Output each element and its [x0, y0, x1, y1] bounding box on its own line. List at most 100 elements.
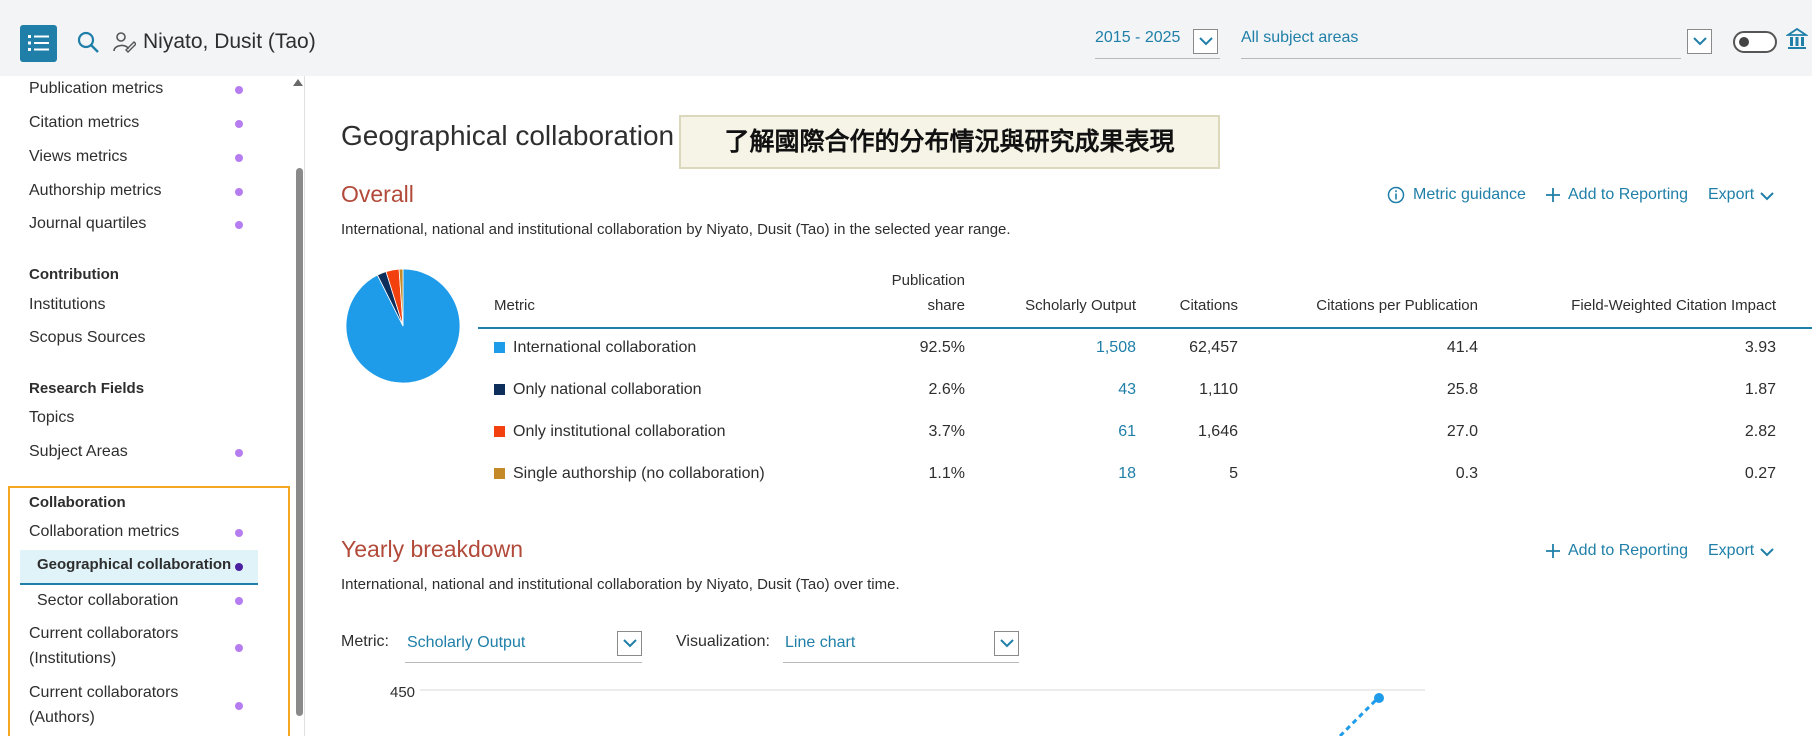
metric-label: Metric: — [341, 633, 389, 650]
institution-icon[interactable] — [1786, 27, 1808, 51]
metric-select-underline — [405, 662, 642, 663]
add-to-reporting-button[interactable]: Add to Reporting — [1568, 186, 1688, 204]
table-cell-share: 2.6% — [928, 381, 965, 398]
toggle-knob — [1739, 37, 1749, 47]
status-dot — [235, 188, 243, 196]
sidebar-item-citation-metrics[interactable]: Citation metrics — [29, 114, 139, 132]
table-cell-share: 1.1% — [928, 465, 965, 482]
top-bar: Niyato, Dusit (Tao) 2015 - 2025 All subj… — [0, 0, 1812, 76]
chart-data-point — [1374, 693, 1384, 703]
author-name: Niyato, Dusit (Tao) — [143, 30, 316, 53]
sidebar-item-scopus-sources[interactable]: Scopus Sources — [29, 329, 146, 347]
chevron-down-icon[interactable] — [1760, 548, 1774, 557]
table-cell-cpp: 0.3 — [1455, 465, 1478, 482]
visualization-select[interactable]: Line chart — [785, 634, 855, 652]
status-dot — [235, 449, 243, 457]
metric-select[interactable]: Scholarly Output — [407, 634, 525, 652]
overall-section-title: Overall — [341, 181, 414, 207]
table-header-publication-share: Publication — [891, 272, 965, 289]
chevron-down-icon[interactable] — [1760, 192, 1774, 201]
status-dot — [235, 154, 243, 162]
table-cell-citations: 1,110 — [1199, 381, 1238, 398]
sidebar-item-label-line2: (Institutions) — [29, 650, 117, 667]
table-header-rule — [478, 327, 1812, 329]
table-cell-output-link[interactable]: 18 — [990, 465, 1136, 483]
sidebar-item-sector-collaboration[interactable]: Sector collaboration — [37, 592, 178, 610]
table-cell-fwci: 3.93 — [1744, 339, 1776, 356]
table-cell-output-link[interactable]: 61 — [990, 423, 1136, 441]
toggle-switch[interactable] — [1733, 31, 1777, 53]
status-dot-active — [235, 563, 243, 571]
status-dot — [235, 529, 243, 537]
info-icon[interactable] — [1387, 186, 1405, 204]
table-cell-cpp: 25.8 — [1446, 381, 1478, 398]
table-cell-fwci: 0.27 — [1744, 465, 1776, 482]
chevron-down-icon — [1693, 37, 1707, 46]
chevron-down-icon — [1199, 37, 1213, 46]
sidebar-item-subject-areas[interactable]: Subject Areas — [29, 443, 128, 461]
table-cell-citations: 62,457 — [1189, 339, 1238, 356]
table-cell-cpp: 41.4 — [1446, 339, 1478, 356]
sidebar-item-collaboration-metrics[interactable]: Collaboration metrics — [29, 523, 179, 541]
yearly-description: International, national and institutiona… — [341, 576, 900, 593]
table-cell-fwci: 1.87 — [1744, 381, 1776, 398]
scrollbar-thumb[interactable] — [296, 168, 303, 716]
table-cell-citations: 5 — [1229, 465, 1238, 482]
subject-area-dropdown-button[interactable] — [1687, 29, 1712, 54]
table-header-citations: Citations — [1179, 297, 1238, 314]
table-cell-metric: Only institutional collaboration — [513, 423, 726, 440]
legend-swatch — [494, 384, 505, 395]
sidebar-item-institutions[interactable]: Institutions — [29, 296, 105, 314]
collaboration-pie-chart — [345, 268, 461, 384]
list-icon — [28, 35, 49, 51]
metric-guidance-link[interactable]: Metric guidance — [1413, 186, 1526, 204]
status-dot — [235, 597, 243, 605]
status-dot — [235, 86, 243, 94]
legend-swatch — [494, 342, 505, 353]
plus-icon[interactable] — [1545, 187, 1561, 203]
scroll-up-arrow[interactable] — [293, 79, 303, 86]
yearly-section-title: Yearly breakdown — [341, 536, 523, 562]
sidebar-item-publication-metrics[interactable]: Publication metrics — [29, 80, 163, 98]
sidebar-item-topics[interactable]: Topics — [29, 409, 74, 427]
year-range-select[interactable]: 2015 - 2025 — [1095, 29, 1180, 47]
sidebar-item-label-line2: (Authors) — [29, 709, 95, 726]
table-cell-metric: Only national collaboration — [513, 381, 702, 398]
sidebar-heading-contribution: Contribution — [29, 266, 119, 283]
table-cell-share: 92.5% — [919, 339, 965, 356]
status-dot — [235, 120, 243, 128]
sidebar-item-journal-quartiles[interactable]: Journal quartiles — [29, 215, 146, 233]
edit-person-icon[interactable] — [112, 30, 136, 54]
overall-description: International, national and institutiona… — [341, 221, 1011, 238]
table-cell-output-link[interactable]: 43 — [990, 381, 1136, 399]
sidebar-item-current-collaborators-authors[interactable]: Current collaborators — [29, 684, 178, 702]
year-range-underline — [1095, 58, 1220, 59]
export-button[interactable]: Export — [1708, 186, 1754, 204]
table-header-publication-share-line2: share — [927, 297, 965, 314]
table-cell-fwci: 2.82 — [1744, 423, 1776, 440]
table-cell-output-link[interactable]: 1,508 — [990, 339, 1136, 357]
metric-dropdown-button[interactable] — [617, 631, 642, 656]
table-header-scholarly-output: Scholarly Output — [1025, 297, 1136, 314]
export-button[interactable]: Export — [1708, 542, 1754, 560]
sidebar-item-views-metrics[interactable]: Views metrics — [29, 148, 127, 166]
subject-area-underline — [1241, 58, 1681, 59]
table-header-metric: Metric — [494, 297, 535, 314]
sidebar-item-label: Geographical collaboration — [37, 556, 232, 573]
sidebar-item-authorship-metrics[interactable]: Authorship metrics — [29, 182, 162, 200]
add-to-reporting-button[interactable]: Add to Reporting — [1568, 542, 1688, 560]
sidebar-item-current-collaborators-institutions[interactable]: Current collaborators — [29, 625, 178, 643]
status-dot — [235, 221, 243, 229]
year-range-dropdown-button[interactable] — [1193, 29, 1218, 54]
visualization-label: Visualization: — [676, 633, 770, 650]
plus-icon[interactable] — [1545, 543, 1561, 559]
annotation-banner: 了解國際合作的分布情況與研究成果表現 — [679, 115, 1220, 169]
sidebar-heading-collaboration: Collaboration — [29, 494, 126, 511]
status-dot — [235, 644, 243, 652]
menu-button[interactable] — [20, 25, 57, 62]
search-icon[interactable] — [76, 30, 100, 54]
yearly-line-chart — [420, 689, 1425, 736]
visualization-dropdown-button[interactable] — [994, 631, 1019, 656]
status-dot — [235, 702, 243, 710]
subject-area-select[interactable]: All subject areas — [1241, 29, 1358, 47]
